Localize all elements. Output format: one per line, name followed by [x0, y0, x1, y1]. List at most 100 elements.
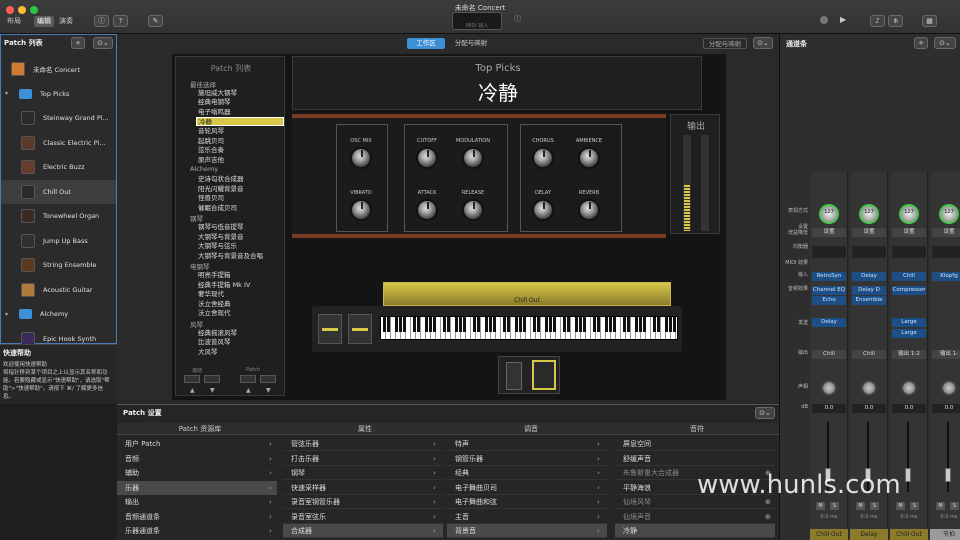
send-slot-2[interactable]: Large [892, 329, 926, 338]
library-item[interactable]: 音频通道条 [117, 510, 277, 524]
scroll-down-button[interactable] [204, 375, 220, 383]
piano-keyboard[interactable] [380, 316, 678, 340]
chevron-right-icon[interactable]: › [597, 495, 600, 509]
patch-list-item[interactable]: 钢琴与低音提琴 [196, 223, 284, 232]
tone-item[interactable]: 背景音 [447, 524, 607, 538]
output-slot[interactable]: 输出 1-2 [892, 350, 926, 359]
patch-list-item[interactable]: 冷静 [196, 117, 284, 127]
patch-list-item[interactable]: 音轮风琴 [196, 127, 284, 136]
pitch-bend-wheel[interactable] [318, 314, 342, 344]
pan-knob[interactable] [941, 380, 957, 396]
knob-modulation[interactable] [462, 147, 484, 169]
audio-fx-slot[interactable]: Channel EQ [812, 286, 846, 295]
record-button[interactable] [820, 16, 828, 24]
patch-list-item[interactable]: 沃立舍经典 [196, 300, 284, 309]
setting-slot[interactable]: 设置 [892, 228, 926, 237]
sidebar-item[interactable]: Jump Up Bass [1, 229, 116, 253]
patch-next-button[interactable] [260, 375, 276, 383]
patch-list-item[interactable]: 沃立舍现代 [196, 309, 284, 318]
chevron-right-icon[interactable]: › [433, 437, 436, 451]
knob-release[interactable] [462, 199, 484, 221]
sidebar-item[interactable]: ▾ Alchemy [1, 302, 116, 326]
attribute-item[interactable]: 打击乐器 [283, 452, 443, 466]
mode-perform[interactable]: 演奏 [56, 16, 76, 27]
sidebar-item[interactable]: Tonewheel Organ [1, 204, 116, 228]
patch-list-item[interactable]: 大钢琴与背景音 [196, 233, 284, 242]
audio-fx-slot[interactable]: Delay D [852, 286, 886, 295]
wrench-icon[interactable]: ✎ [148, 15, 163, 27]
audio-fx-slot[interactable]: Ensemble [852, 296, 886, 305]
patch-prev-button[interactable] [240, 375, 256, 383]
setting-slot[interactable]: 设置 [812, 228, 846, 237]
sustain-pedal[interactable] [532, 360, 556, 390]
output-slot[interactable]: Chill [812, 350, 846, 359]
pan-knob[interactable] [861, 380, 877, 396]
mute-button[interactable]: M [896, 502, 905, 510]
tuner-fork-icon[interactable]: ⋔ [888, 15, 903, 27]
audio-fx-slot[interactable]: Echo [812, 296, 846, 305]
add-patch-button[interactable]: + [71, 37, 85, 49]
library-item[interactable]: 乐器通道条 [117, 524, 277, 538]
knob-chorus[interactable] [532, 147, 554, 169]
library-item[interactable]: 音频 [117, 452, 277, 466]
audio-fx-slot[interactable]: Compressor [892, 286, 926, 295]
sidebar-item[interactable]: ▾ Top Picks [1, 82, 116, 106]
chevron-right-icon[interactable]: › [597, 452, 600, 466]
attribute-item[interactable]: 管弦乐器 [283, 437, 443, 451]
strip-name[interactable]: Chill Out [890, 529, 928, 540]
strip-name[interactable]: Chill Out [810, 529, 848, 540]
pan-knob[interactable] [901, 380, 917, 396]
info-button[interactable]: ⓘ [94, 15, 109, 27]
patch-list-item[interactable]: 电子嗡鸣器 [196, 108, 284, 117]
mute-button[interactable]: M [936, 502, 945, 510]
sidebar-item[interactable]: Electric Buzz [1, 155, 116, 179]
chevron-right-icon[interactable]: › [433, 524, 436, 538]
strip-name[interactable]: 节拍 [930, 529, 960, 540]
patch-list-item[interactable]: 史诗勾状合成器 [196, 175, 284, 184]
send-slot[interactable]: Delay [812, 318, 846, 327]
expression-pedal[interactable] [506, 362, 522, 390]
attribute-item[interactable]: 录音室弦乐 [283, 510, 443, 524]
mute-button[interactable]: M [816, 502, 825, 510]
input-slot[interactable]: Chill [892, 272, 926, 281]
knob-reverb[interactable] [578, 199, 600, 221]
note-item[interactable]: 舒缓声音 [615, 452, 775, 466]
chevron-right-icon[interactable]: › [433, 510, 436, 524]
disclosure-triangle-icon[interactable]: ▾ [5, 311, 8, 318]
knob-delay[interactable] [532, 199, 554, 221]
patch-settings-options-button[interactable]: ⊙⌄ [755, 407, 775, 419]
patch-list-item[interactable]: 起跳贝司 [196, 137, 284, 146]
volume-fader[interactable] [905, 468, 911, 482]
knob-ambience[interactable] [578, 147, 600, 169]
add-circle-icon[interactable]: ⊕ [765, 510, 771, 524]
sidebar-options-button[interactable]: ⊙⌄ [93, 37, 113, 49]
chevron-right-icon[interactable]: › [597, 524, 600, 538]
metronome-icon[interactable]: ♪ [870, 15, 885, 27]
solo-button[interactable]: S [830, 502, 839, 510]
mute-button[interactable]: M [856, 502, 865, 510]
eq-slot[interactable] [852, 246, 886, 258]
patch-list-item[interactable]: 经典手提箱 Mk IV [196, 281, 284, 290]
tone-item[interactable]: 电子舞曲和弦 [447, 495, 607, 509]
tone-item[interactable]: 钢管乐器 [447, 452, 607, 466]
patch-list-item[interactable]: 大钢琴与背景音及合唱 [196, 252, 284, 261]
chevron-right-icon[interactable]: › [433, 481, 436, 495]
output-slot[interactable]: 输出 1- [932, 350, 960, 359]
volume-fader[interactable] [945, 468, 951, 482]
chevron-right-icon[interactable]: › [597, 510, 600, 524]
note-item[interactable]: 冷静 [615, 524, 775, 538]
tab-assign-map[interactable]: 分配与映射 [449, 38, 493, 49]
eq-slot[interactable] [932, 246, 960, 258]
input-slot[interactable]: RetroSyn [812, 272, 846, 281]
tone-item[interactable]: 电子舞曲贝司 [447, 481, 607, 495]
note-item[interactable]: 屏息空间 [615, 437, 775, 451]
mode-layout[interactable]: 布局 [4, 16, 24, 27]
eq-slot[interactable] [892, 246, 926, 258]
solo-button[interactable]: S [870, 502, 879, 510]
mixer-options-button[interactable]: ⊙⌄ [934, 37, 956, 49]
patch-list-item[interactable]: 阳光闪耀背景音 [196, 185, 284, 194]
cpu-meter-icon[interactable]: ▦ [922, 15, 937, 27]
patch-list-item[interactable]: 比波普风琴 [196, 338, 284, 347]
patch-list-item[interactable]: 明亮手提箱 [196, 271, 284, 280]
workspace-options-button[interactable]: ⊙⌄ [753, 37, 773, 49]
